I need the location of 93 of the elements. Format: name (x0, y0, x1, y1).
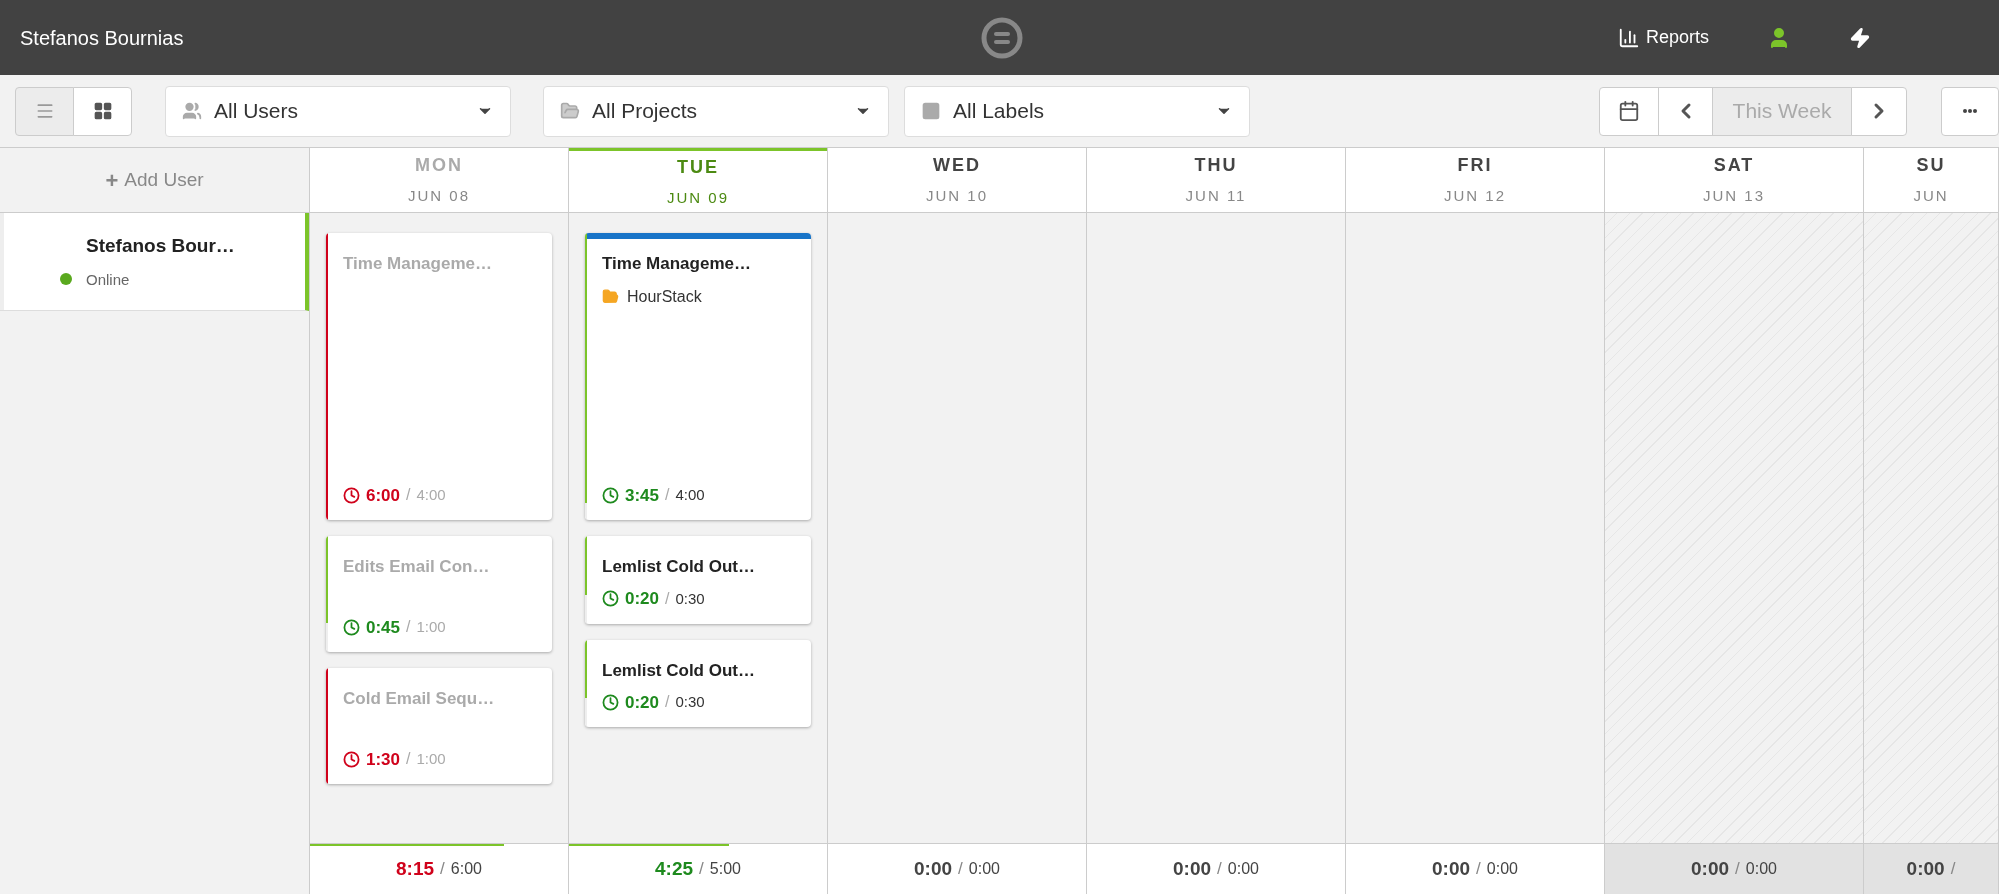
time-separator: / (1476, 858, 1481, 881)
clock-icon (602, 486, 619, 504)
users-icon (182, 101, 202, 121)
date-label: JUN 13 (1703, 186, 1765, 207)
weekday-label: SAT (1713, 154, 1755, 178)
date-label: JUN 12 (1444, 186, 1506, 207)
total-actual: 0:00 (1691, 856, 1730, 881)
task-title: Lemlist Cold Out… (602, 659, 756, 682)
planned-time: 4:00 (416, 485, 446, 505)
labels-dropdown[interactable]: All Labels (904, 85, 1250, 137)
actual-time: 0:20 (625, 691, 660, 714)
task-title: Lemlist Cold Out… (602, 556, 756, 578)
time-separator: / (440, 858, 445, 881)
calendar-icon (1618, 100, 1640, 122)
planned-time: 0:30 (675, 692, 705, 712)
planned-time: 1:00 (416, 617, 446, 637)
grid-view-button[interactable] (73, 86, 132, 136)
planned-time: 0:30 (675, 588, 705, 609)
time-separator: / (406, 617, 411, 638)
clock-icon (343, 618, 360, 636)
time-separator: / (699, 858, 704, 881)
plus-icon: + (105, 163, 119, 197)
grid-icon (92, 101, 113, 121)
clock-icon (343, 750, 360, 768)
lightning-icon[interactable] (1849, 26, 1871, 49)
task-card[interactable]: Cold Email Sequ… 1:30 / 1:00 (326, 668, 552, 784)
time-separator: / (1217, 858, 1222, 881)
project-name: HourStack (627, 286, 702, 307)
time-separator: / (665, 588, 670, 609)
date-label: JUN 08 (408, 186, 470, 207)
weekday-label: WED (933, 154, 981, 178)
folder-icon (560, 101, 580, 121)
total-actual: 8:15 (396, 856, 435, 881)
task-title: Time Manageme… (602, 253, 752, 275)
total-planned: 0:00 (968, 859, 1000, 879)
total-actual: 0:00 (914, 856, 953, 881)
date-label: JUN (1913, 186, 1949, 207)
task-card[interactable]: Lemlist Cold Out… 0:20 / 0:30 (585, 639, 811, 727)
logo-icon (980, 16, 1024, 60)
total-planned: 0:00 (1486, 859, 1518, 879)
users-dropdown[interactable]: All Users (165, 85, 511, 137)
folder-icon (602, 288, 619, 305)
actual-time: 6:00 (366, 484, 401, 507)
task-card[interactable]: Edits Email Con… 0:45 / 1:00 (326, 536, 552, 652)
actual-time: 0:20 (625, 588, 660, 610)
total-planned: 0:00 (1227, 859, 1259, 879)
date-label: JUN 10 (926, 186, 988, 207)
date-label: JUN 11 (1185, 186, 1247, 207)
reports-link[interactable]: Reports (1617, 24, 1709, 51)
task-card[interactable]: Time Manageme… 6:00 / 4:00 (326, 233, 552, 520)
task-card[interactable]: Lemlist Cold Out… 0:20 / 0:30 (585, 536, 811, 624)
task-title: Time Manageme… (343, 253, 493, 275)
total-planned: 0:00 (1745, 859, 1777, 879)
total-planned: 6:00 (450, 859, 482, 879)
user-row[interactable]: Stefanos Bour… Online (0, 213, 309, 311)
total-actual: 0:00 (1906, 856, 1945, 881)
square-icon (921, 101, 941, 121)
total-actual: 4:25 (655, 856, 694, 881)
more-icon (1963, 109, 1977, 113)
actual-time: 1:30 (366, 748, 401, 771)
clock-icon (602, 693, 619, 711)
weekday-label: FRI (1457, 154, 1493, 178)
actual-time: 0:45 (366, 616, 401, 639)
weekday-label: THU (1194, 154, 1238, 178)
time-separator: / (665, 692, 670, 713)
weekday-label: MON (415, 154, 463, 178)
time-separator: / (406, 485, 411, 506)
task-title: Cold Email Sequ… (343, 688, 496, 710)
weekday-label: SU (1916, 154, 1946, 178)
date-label: JUN 09 (667, 187, 729, 208)
clock-icon (343, 486, 360, 504)
calendar-button[interactable] (1599, 86, 1659, 136)
total-planned: 5:00 (709, 859, 741, 879)
bar-chart-icon (1617, 26, 1640, 49)
time-separator: / (1735, 858, 1740, 881)
next-week-button[interactable] (1851, 86, 1907, 136)
actual-time: 3:45 (625, 484, 660, 507)
user-status: Online (86, 269, 131, 290)
weekday-label: TUE (677, 155, 719, 179)
total-actual: 0:00 (1432, 856, 1471, 881)
total-actual: 0:00 (1173, 856, 1212, 881)
time-separator: / (958, 858, 963, 881)
projects-dropdown[interactable]: All Projects (543, 85, 889, 137)
user-name: Stefanos Bour… (86, 234, 235, 258)
time-separator: / (1950, 858, 1956, 881)
time-separator: / (665, 485, 670, 506)
task-card[interactable]: Time Manageme… HourStack 3:45 / 4:00 (585, 233, 811, 520)
time-separator: / (406, 749, 411, 770)
planned-time: 1:00 (416, 749, 446, 769)
task-title: Edits Email Con… (343, 556, 491, 578)
planned-time: 4:00 (675, 485, 705, 505)
clock-icon (602, 590, 619, 608)
account-name: Stefanos Bournias (20, 25, 184, 51)
